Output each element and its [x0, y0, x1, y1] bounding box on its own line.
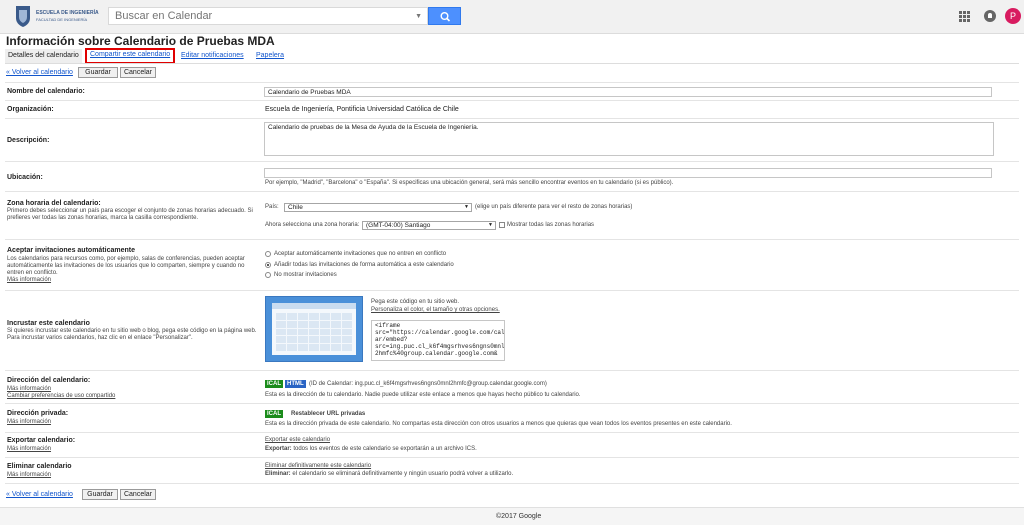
ical-private-button[interactable]: ICAL [265, 410, 283, 418]
address-more-info-link[interactable]: Más información [7, 386, 51, 393]
divider [5, 82, 1019, 83]
show-all-timezones-label: Mostrar todas las zonas horarias [507, 222, 595, 228]
ical-public-button[interactable]: ICAL [265, 380, 283, 388]
apps-grid-icon[interactable] [959, 11, 970, 22]
divider [5, 100, 1019, 101]
organization-value: Escuela de Ingeniería, Pontificia Univer… [265, 106, 459, 113]
show-all-timezones-checkbox[interactable] [499, 222, 505, 228]
calendar-address-label: Dirección del calendario: [7, 377, 91, 384]
delete-label: Eliminar calendario [7, 463, 72, 470]
notifications-icon[interactable] [984, 10, 996, 22]
search-button[interactable] [428, 7, 461, 25]
export-more-info-link[interactable]: Más información [7, 446, 51, 453]
delete-more-info-link[interactable]: Más información [7, 472, 51, 479]
location-label: Ubicación: [7, 174, 43, 181]
logo-line1: ESCUELA DE INGENIERÍA [36, 10, 99, 16]
save-button-bottom[interactable]: Guardar [82, 489, 118, 500]
tab-divider [5, 63, 1019, 64]
embed-preview-image [265, 296, 363, 362]
page-title: Información sobre Calendario de Pruebas … [6, 34, 275, 48]
private-address-description: Esta es la dirección privada de este cal… [265, 421, 732, 427]
cancel-button-bottom[interactable]: Cancelar [120, 489, 156, 500]
organization-label: Organización: [7, 106, 54, 113]
timezone-select[interactable]: (GMT-04:00) Santiago ▼ [362, 221, 496, 230]
auto-accept-more-info-link[interactable]: Más información [7, 277, 51, 284]
export-calendar-link[interactable]: Exportar este calendario [265, 437, 330, 443]
divider [5, 118, 1019, 119]
calendar-id-text: (ID de Calendar: ing.puc.cl_k6f4mgsrhves… [309, 381, 547, 387]
divider [5, 161, 1019, 162]
logo[interactable]: ESCUELA DE INGENIERÍA FACULTAD DE INGENI… [14, 4, 99, 28]
country-hint: (elige un país diferente para ver el res… [475, 204, 633, 210]
export-label: Exportar calendario: [7, 437, 76, 444]
embed-paste-text: Pega este código en tu sitio web. [371, 299, 460, 305]
footer: ©2017 Google [0, 507, 1024, 525]
change-sharing-link[interactable]: Cambiar preferencias de uso compartido [7, 393, 115, 400]
country-select[interactable]: Chile ▼ [284, 203, 472, 212]
divider [5, 432, 1019, 433]
export-description: Exportar: todos los eventos de este cale… [265, 446, 477, 452]
divider [5, 403, 1019, 404]
embed-label: Incrustar este calendario [7, 320, 90, 327]
divider [5, 483, 1019, 484]
search-input[interactable] [109, 8, 411, 24]
back-to-calendar-link[interactable]: « Volver al calendario [6, 69, 73, 76]
address-description: Esta es la dirección de tu calendario. N… [265, 392, 581, 398]
location-input[interactable] [264, 168, 992, 178]
private-more-info-link[interactable]: Más información [7, 419, 51, 426]
hide-invites-radio[interactable] [265, 272, 271, 278]
crest-icon [16, 6, 30, 27]
divider [5, 370, 1019, 371]
reset-private-urls-link[interactable]: Restablecer URL privadas [291, 411, 365, 417]
tab-edit-notifications[interactable]: Editar notificaciones [181, 49, 244, 63]
calendar-name-input[interactable]: Calendario de Pruebas MDA [264, 87, 992, 97]
divider [5, 290, 1019, 291]
customize-embed-link[interactable]: Personaliza el color, el tamaño y otras … [371, 307, 500, 313]
embed-code-textarea[interactable]: <iframe src="https://calendar.google.com… [371, 320, 505, 361]
search-box: ▼ [108, 7, 428, 25]
tab-calendar-details[interactable]: Detalles del calendario [5, 49, 82, 63]
divider [5, 239, 1019, 240]
description-textarea[interactable]: Calendario de pruebas de la Mesa de Ayud… [264, 122, 994, 156]
add-all-invites-radio[interactable] [265, 262, 271, 268]
auto-accept-option-label: Aceptar automáticamente invitaciones que… [274, 251, 447, 257]
timezone-label: Zona horaria del calendario: [7, 200, 101, 207]
delete-calendar-link[interactable]: Eliminar definitivamente este calendario [265, 463, 371, 469]
add-all-invites-option-label: Añadir todas las invitaciones de forma a… [274, 262, 454, 268]
divider [5, 191, 1019, 192]
top-bar: ESCUELA DE INGENIERÍA FACULTAD DE INGENI… [0, 0, 1024, 34]
embed-description: Si quieres incrustar este calendario en … [7, 328, 257, 341]
cancel-button[interactable]: Cancelar [120, 67, 156, 78]
timezone-description: Primero debes seleccionar un país para e… [7, 208, 253, 221]
save-button[interactable]: Guardar [78, 67, 118, 78]
search-icon [440, 11, 451, 22]
name-label: Nombre del calendario: [7, 88, 85, 95]
location-hint: Por ejemplo, "Madrid", "Barcelona" o "Es… [265, 180, 674, 186]
logo-line2: FACULTAD DE INGENIERÍA [36, 17, 88, 22]
timezone-select-label: Ahora selecciona una zona horaria: [265, 222, 360, 228]
back-to-calendar-link-bottom[interactable]: « Volver al calendario [6, 491, 73, 498]
html-public-button[interactable]: HTML [285, 380, 306, 388]
copyright-text: ©2017 Google [496, 513, 542, 520]
hide-invites-option-label: No mostrar invitaciones [274, 272, 337, 278]
auto-accept-radio[interactable] [265, 251, 271, 257]
search-options-icon[interactable]: ▼ [415, 13, 422, 20]
country-label: País: [265, 204, 279, 210]
tab-trash[interactable]: Papelera [256, 49, 284, 63]
divider [5, 457, 1019, 458]
tab-share-calendar[interactable]: Compartir este calendario [85, 48, 176, 64]
auto-accept-description: Los calendarios para recursos como, por … [7, 256, 245, 276]
delete-description: Eliminar: el calendario se eliminará def… [265, 471, 514, 477]
auto-accept-label: Aceptar invitaciones automáticamente [7, 247, 135, 254]
private-address-label: Dirección privada: [7, 410, 69, 417]
description-label: Descripción: [7, 137, 50, 144]
avatar[interactable]: P [1005, 8, 1021, 24]
